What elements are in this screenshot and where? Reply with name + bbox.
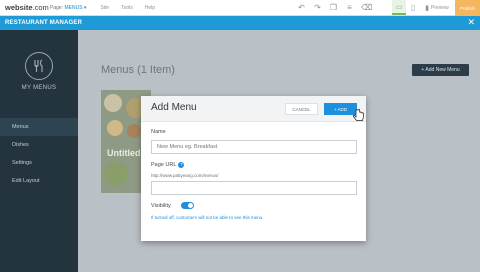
page-selector[interactable]: Page: MENUS ▾: [50, 5, 86, 11]
food-image: [107, 120, 123, 136]
name-input[interactable]: [151, 140, 357, 154]
sidebar-item-edit-layout[interactable]: Edit Layout: [0, 172, 78, 190]
url-prefix: http://www.pattyeang.com/menus/: [151, 173, 219, 178]
undo-icon[interactable]: ↶: [297, 3, 306, 12]
menu-card-title: Untitled: [107, 148, 141, 158]
toggle-knob: [188, 203, 193, 208]
sidebar-item-settings[interactable]: Settings: [0, 154, 78, 172]
nav-site[interactable]: Site: [100, 5, 109, 11]
publish-button[interactable]: Publish: [455, 0, 480, 16]
add-menu-dialog: Add Menu CANCEL + ADD Name Page URL? htt…: [141, 96, 366, 241]
help-icon[interactable]: ?: [178, 162, 185, 168]
page-url-input[interactable]: [151, 181, 357, 195]
sidebar-item-menus[interactable]: Menus: [0, 118, 78, 136]
nav-tools[interactable]: Tools: [121, 5, 133, 11]
visibility-note: If turned off, customers will not be abl…: [151, 215, 264, 220]
dialog-title: Add Menu: [151, 102, 197, 113]
dialog-header: Add Menu CANCEL + ADD: [141, 96, 366, 122]
layers-icon[interactable]: ≡: [345, 3, 354, 12]
food-image: [104, 162, 128, 186]
page-url-label: Page URL?: [151, 162, 185, 168]
sidebar: MY MENUS Menus Dishes Settings Edit Layo…: [0, 30, 78, 272]
tablet-icon[interactable]: ▯: [406, 0, 420, 15]
fork-knife-icon: [25, 52, 53, 80]
editor-nav: Site Tools Help: [100, 5, 167, 11]
site-logo: website.com: [5, 3, 49, 12]
food-image: [127, 124, 141, 138]
hand-cursor-icon: [353, 109, 364, 121]
desktop-icon[interactable]: ▭: [392, 0, 406, 15]
sidebar-item-dishes[interactable]: Dishes: [0, 136, 78, 154]
preview-button[interactable]: Preview: [431, 5, 449, 11]
redo-icon[interactable]: ↷: [313, 3, 322, 12]
nav-help[interactable]: Help: [145, 5, 155, 11]
name-label: Name: [151, 129, 166, 135]
food-image: [104, 94, 122, 112]
copy-icon[interactable]: ❐: [329, 3, 338, 12]
trash-icon[interactable]: ⌫: [361, 3, 372, 12]
sidebar-title: MY MENUS: [21, 85, 57, 91]
app-title: RESTAURANT MANAGER: [5, 20, 83, 26]
close-icon[interactable]: ✕: [467, 18, 475, 27]
editor-tools: ↶ ↷ ❐ ≡ ⌫: [297, 3, 377, 12]
page-title: Menus (1 Item): [101, 64, 175, 76]
visibility-label: Visibility: [151, 203, 171, 209]
chevron-down-icon: ▾: [83, 4, 87, 11]
device-switcher: ▭ ▯ ▮: [392, 0, 434, 15]
add-new-menu-button[interactable]: + Add New Menu: [412, 64, 469, 76]
cancel-button[interactable]: CANCEL: [285, 103, 318, 115]
visibility-toggle[interactable]: [181, 202, 194, 209]
app-header: RESTAURANT MANAGER ✕: [0, 16, 480, 30]
editor-topbar: website.com Page: MENUS ▾ Site Tools Hel…: [0, 0, 480, 16]
